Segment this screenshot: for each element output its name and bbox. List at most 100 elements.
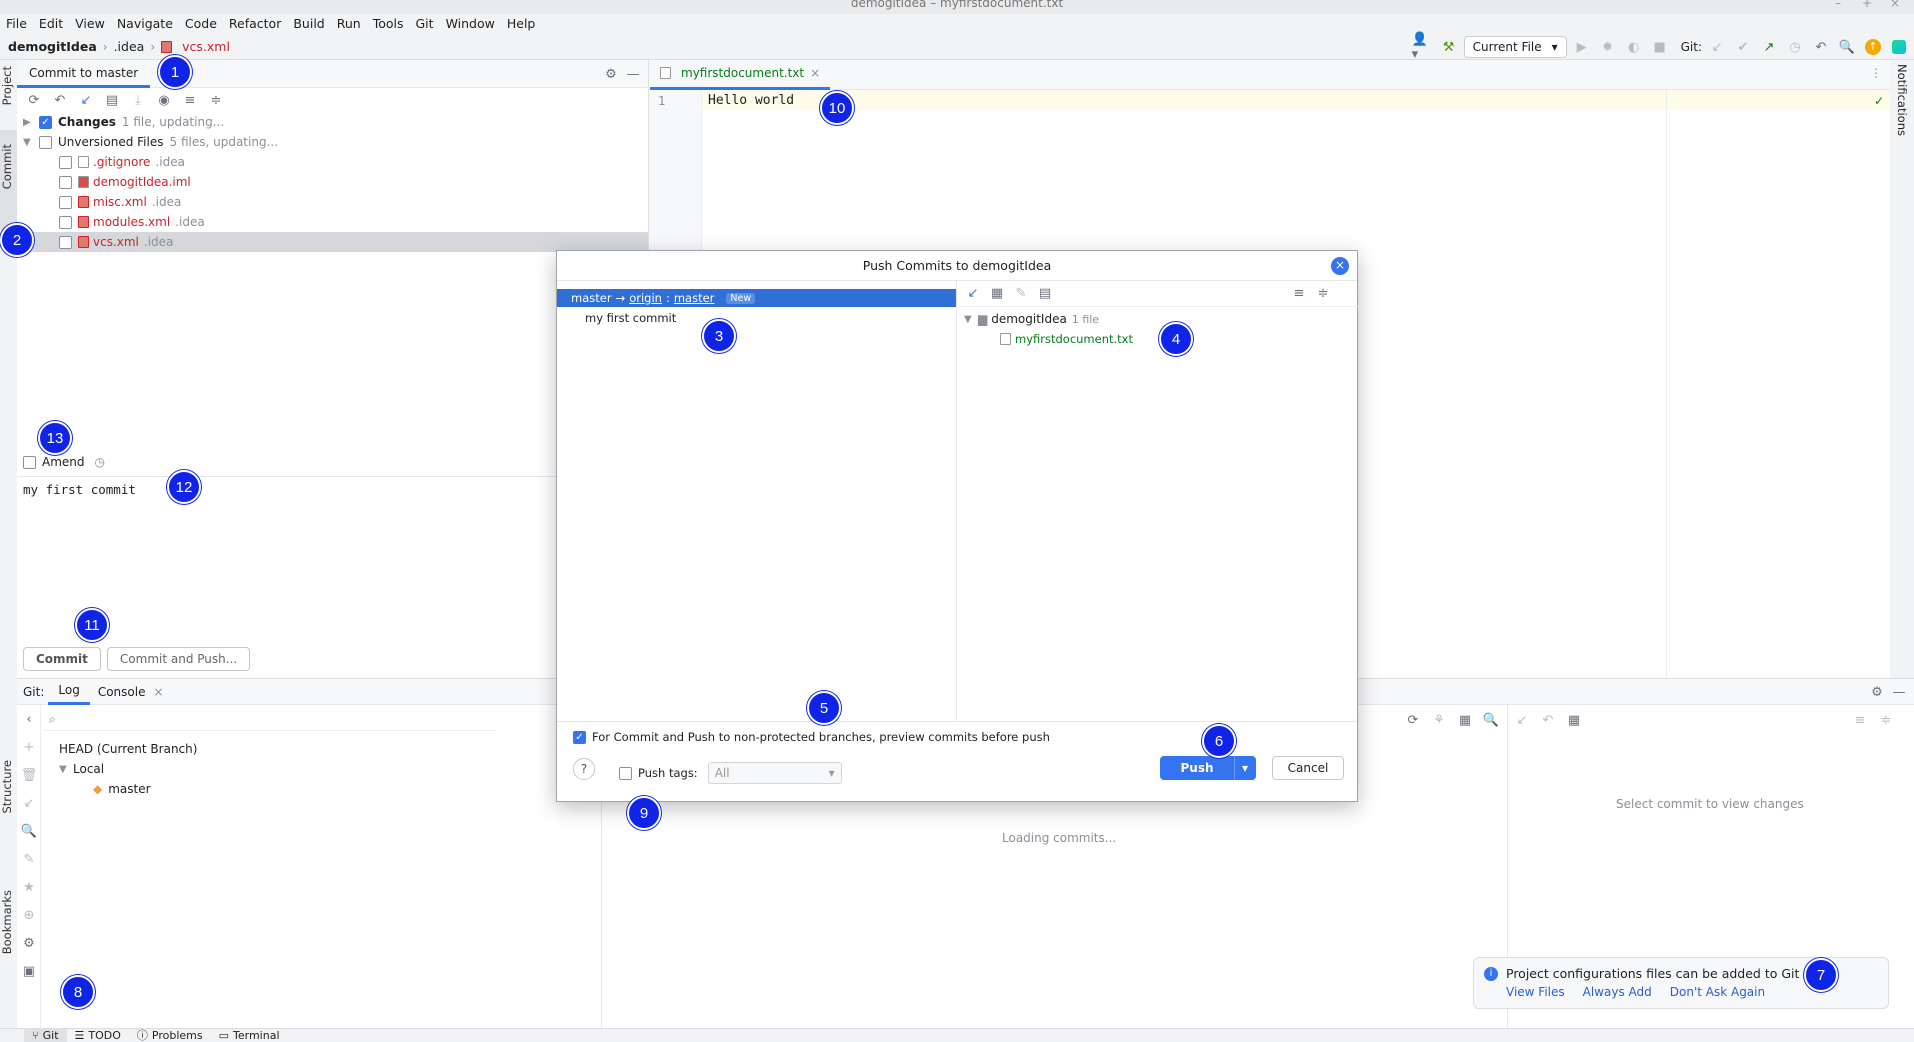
maximize-icon[interactable]: + (1862, 0, 1872, 10)
close-dialog-icon[interactable]: × (1331, 257, 1349, 275)
minimize-icon[interactable]: – (1835, 0, 1841, 10)
amend-label[interactable]: Amend (42, 455, 85, 469)
refresh-icon[interactable]: ⟳ (1402, 709, 1424, 731)
stop-icon[interactable]: ■ (1649, 36, 1671, 58)
commit-message-input[interactable]: my first commit (23, 482, 136, 497)
file-checkbox[interactable] (59, 235, 72, 249)
changes-checkbox[interactable]: ✓ (39, 115, 52, 129)
preview-commits-checkbox[interactable]: ✓ (573, 730, 586, 744)
history-icon[interactable]: ◷ (1784, 36, 1806, 58)
menu-build[interactable]: Build (287, 14, 330, 34)
always-add-link[interactable]: Always Add (1583, 985, 1652, 999)
changed-file[interactable]: myfirstdocument.txt (958, 329, 1358, 349)
tab-console[interactable]: Console (94, 685, 150, 699)
search-icon[interactable]: 🔍 (18, 820, 40, 842)
grid-icon[interactable]: ▦ (1563, 709, 1585, 731)
list-item[interactable]: .gitignore .idea (59, 152, 648, 172)
stripe-structure[interactable]: Structure (0, 760, 14, 814)
expand-all-icon[interactable]: ≡ (179, 89, 201, 111)
star-icon[interactable]: ★ (18, 876, 40, 898)
more-options-icon[interactable]: ⋮ (1870, 66, 1882, 80)
push-tags-checkbox[interactable] (619, 766, 632, 780)
gear-icon[interactable]: ⚙ (18, 932, 40, 954)
menu-tools[interactable]: Tools (367, 14, 410, 34)
expand-all-icon[interactable]: ≡ (1849, 709, 1871, 731)
coverage-icon[interactable]: ◐ (1623, 36, 1645, 58)
list-item[interactable]: modules.xml .idea (59, 212, 648, 232)
back-arrow-icon[interactable]: ‹ (18, 708, 40, 730)
file-checkbox[interactable] (59, 195, 72, 209)
edit-icon[interactable]: ✎ (18, 848, 40, 870)
grid-icon[interactable]: ▦ (1454, 709, 1476, 731)
gear-icon[interactable]: ⚙ (600, 63, 622, 85)
amend-checkbox[interactable] (23, 455, 36, 469)
branch-search-input[interactable]: ⌕ (43, 709, 497, 731)
jetbrains-logo-icon[interactable] (1888, 36, 1910, 58)
branch-local-node[interactable]: ▼ Local (59, 759, 197, 779)
menu-help[interactable]: Help (501, 14, 542, 34)
build-hammer-icon[interactable]: ⚒ (1438, 36, 1460, 58)
push-icon[interactable]: ↗ (1758, 36, 1780, 58)
changes-node[interactable]: ▶ ✓ Changes 1 file, updating... (23, 112, 648, 132)
commit-button[interactable]: Commit (23, 647, 101, 671)
dont-ask-again-link[interactable]: Don't Ask Again (1670, 985, 1765, 999)
menu-navigate[interactable]: Navigate (111, 14, 179, 34)
hide-panel-icon[interactable]: — (622, 63, 644, 85)
expand-all-icon[interactable]: ≡ (1288, 283, 1310, 305)
layout-icon[interactable]: ▣ (18, 960, 40, 982)
menu-view[interactable]: View (69, 14, 111, 34)
help-button[interactable]: ? (573, 758, 595, 780)
rollback-icon[interactable]: ↶ (1810, 36, 1832, 58)
close-window-icon[interactable]: × (1890, 0, 1900, 10)
eye-icon[interactable]: ◉ (153, 89, 175, 111)
commit-and-push-button[interactable]: Commit and Push... (106, 647, 251, 671)
list-item[interactable]: demogitIdea.iml (59, 172, 648, 192)
repo-node[interactable]: ▼ ▆ demogitIdea 1 file (958, 309, 1358, 329)
stripe-bookmarks[interactable]: Bookmarks (0, 890, 14, 954)
unversioned-checkbox[interactable] (39, 135, 52, 149)
view-files-link[interactable]: View Files (1506, 985, 1565, 999)
refresh-icon[interactable]: ⟳ (23, 89, 45, 111)
delete-icon[interactable]: 🗑 (18, 764, 40, 786)
chevron-down-icon[interactable]: ▼ (59, 764, 73, 775)
tab-commit-to-master[interactable]: Commit to master (17, 60, 151, 88)
shelve-icon[interactable]: ▤ (101, 89, 123, 111)
run-icon[interactable]: ▶ (1571, 36, 1593, 58)
layout-icon[interactable]: ▤ (1034, 283, 1056, 305)
menu-code[interactable]: Code (179, 14, 223, 34)
status-git[interactable]: ⑂ Git (24, 1029, 67, 1042)
user-icon[interactable]: 👤▾ (1412, 32, 1434, 62)
push-button[interactable]: Push (1160, 756, 1234, 780)
gear-icon[interactable]: ⚙ (1866, 681, 1888, 703)
chevron-down-icon[interactable]: ▼ (964, 314, 978, 325)
editor-content[interactable]: Hello world (708, 93, 794, 108)
collapse-all-icon[interactable]: ≑ (205, 89, 227, 111)
download-icon[interactable]: ⤓ (127, 89, 149, 111)
hide-panel-icon[interactable]: — (1888, 681, 1910, 703)
list-item[interactable]: misc.xml .idea (59, 192, 648, 212)
add-icon[interactable]: + (18, 736, 40, 758)
commit-list-item[interactable]: my first commit (557, 307, 956, 325)
close-tab-icon[interactable]: × (153, 685, 163, 699)
breadcrumb-project[interactable]: demogitIdea (8, 34, 97, 60)
update-icon[interactable]: ↙ (1511, 709, 1533, 731)
update-project-icon[interactable]: ↙ (1706, 36, 1728, 58)
status-terminal[interactable]: ▭ Terminal (211, 1029, 288, 1042)
cancel-button[interactable]: Cancel (1272, 756, 1344, 780)
rollback-icon[interactable]: ↶ (49, 89, 71, 111)
stripe-commit[interactable]: Commit (0, 144, 14, 189)
update-available-icon[interactable]: ↑ (1862, 36, 1884, 58)
update-icon[interactable]: ↙ (962, 283, 984, 305)
edit-icon[interactable]: ✎ (1010, 283, 1032, 305)
chevron-right-icon[interactable]: ▶ (23, 117, 39, 128)
stripe-project[interactable]: Project (0, 66, 14, 105)
editor-tab[interactable]: myfirstdocument.txt × (650, 60, 831, 90)
push-dropdown-icon[interactable]: ▾ (1234, 756, 1256, 780)
stripe-notifications[interactable]: Notifications (1895, 64, 1909, 136)
search-icon[interactable]: 🔍 (1480, 709, 1502, 731)
chevron-down-icon[interactable]: ▼ (23, 137, 39, 148)
cherry-pick-icon[interactable]: ⚘ (1428, 709, 1450, 731)
push-spec-row[interactable]: master → origin : master New (557, 289, 956, 307)
remote-branch[interactable]: master (674, 291, 715, 305)
breadcrumb-file[interactable]: vcs.xml (182, 34, 230, 60)
